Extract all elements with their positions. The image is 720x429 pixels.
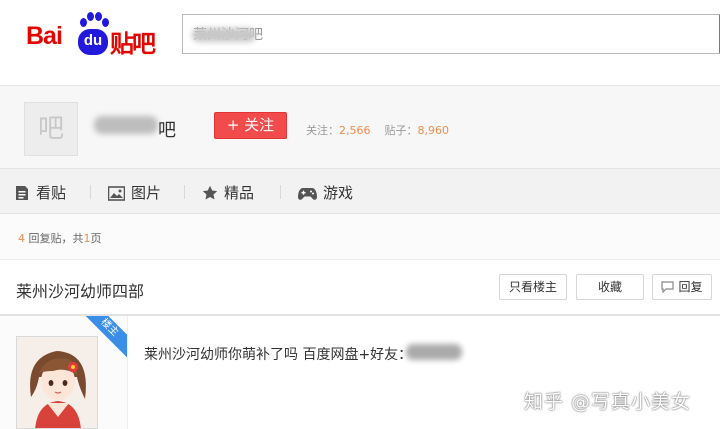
post-content: 莱州沙河幼师你萌补了吗 百度网盘+好友：	[144, 347, 413, 363]
nav-divider	[280, 185, 281, 199]
nav-divider	[90, 185, 91, 199]
reply-count-bar: 4 回复贴，共1页	[0, 214, 720, 260]
nav-item-games[interactable]: 游戏	[298, 182, 353, 203]
avatar[interactable]	[16, 336, 98, 429]
watermark: 知乎 @写真小美女	[524, 391, 692, 413]
logo-du-text: du	[78, 29, 108, 55]
logo-bai-text: Bai	[26, 22, 63, 50]
nav-label-featured: 精品	[224, 184, 255, 202]
forum-name-blur	[94, 116, 158, 134]
nav-label-posts: 看贴	[36, 184, 67, 202]
logo-tieba-text: 贴吧	[110, 30, 156, 58]
reply-count-mid: 回复贴，共	[25, 232, 84, 245]
follow-button[interactable]: + 关注	[214, 112, 287, 139]
forum-nav: 看贴 图片 精品 游戏	[0, 168, 720, 214]
search-blur-overlay	[192, 28, 256, 42]
star-icon	[202, 185, 218, 200]
posts-count: 8,960	[417, 124, 450, 137]
reply-count-number: 4	[18, 232, 25, 245]
thread-title: 莱州沙河幼师四部	[16, 282, 145, 301]
forum-stats: 关注：2,566 贴子：8,960	[306, 122, 449, 138]
top-header: Bai du 贴吧	[0, 0, 720, 86]
search-input[interactable]	[183, 15, 719, 53]
tieba-page: Bai du 贴吧 吧 吧 + 关注 关注：2,566 贴子：8,960 看贴	[0, 0, 720, 429]
favorite-button[interactable]: 收藏	[576, 274, 644, 300]
page-count-number: 1	[83, 232, 91, 245]
content-blur-overlay	[406, 344, 462, 360]
gamepad-icon	[298, 188, 317, 200]
only-op-button[interactable]: 只看楼主	[499, 274, 567, 300]
followers-label: 关注：	[306, 124, 339, 137]
forum-name[interactable]: 吧	[158, 116, 176, 142]
nav-item-posts[interactable]: 看贴	[14, 182, 66, 203]
search-box[interactable]	[182, 14, 720, 54]
thread-header: 莱州沙河幼师四部 只看楼主 收藏 回复	[0, 260, 720, 316]
nav-label-games: 游戏	[323, 184, 354, 202]
followers-count: 2,566	[339, 124, 371, 137]
comment-icon	[661, 281, 675, 294]
nav-label-images: 图片	[131, 184, 162, 202]
nav-item-images[interactable]: 图片	[107, 182, 162, 203]
document-icon	[16, 186, 28, 200]
author-card: 楼主	[0, 316, 128, 429]
paw-icon	[80, 12, 109, 28]
reply-button-label: 回复	[678, 280, 703, 294]
posts-label: 贴子：	[384, 124, 418, 137]
reply-button[interactable]: 回复	[652, 274, 712, 300]
forum-avatar[interactable]: 吧	[24, 102, 78, 156]
baidu-tieba-logo[interactable]: Bai du 贴吧	[26, 8, 166, 60]
image-icon	[107, 186, 126, 201]
reply-count-text: 4 回复贴，共1页	[18, 230, 102, 246]
nav-divider	[184, 185, 185, 199]
avatar-illustration	[17, 337, 97, 428]
reply-count-end: 页	[90, 232, 102, 245]
forum-info: 吧 吧 + 关注 关注：2,566 贴子：8,960	[0, 86, 720, 168]
nav-item-featured[interactable]: 精品	[202, 182, 254, 203]
